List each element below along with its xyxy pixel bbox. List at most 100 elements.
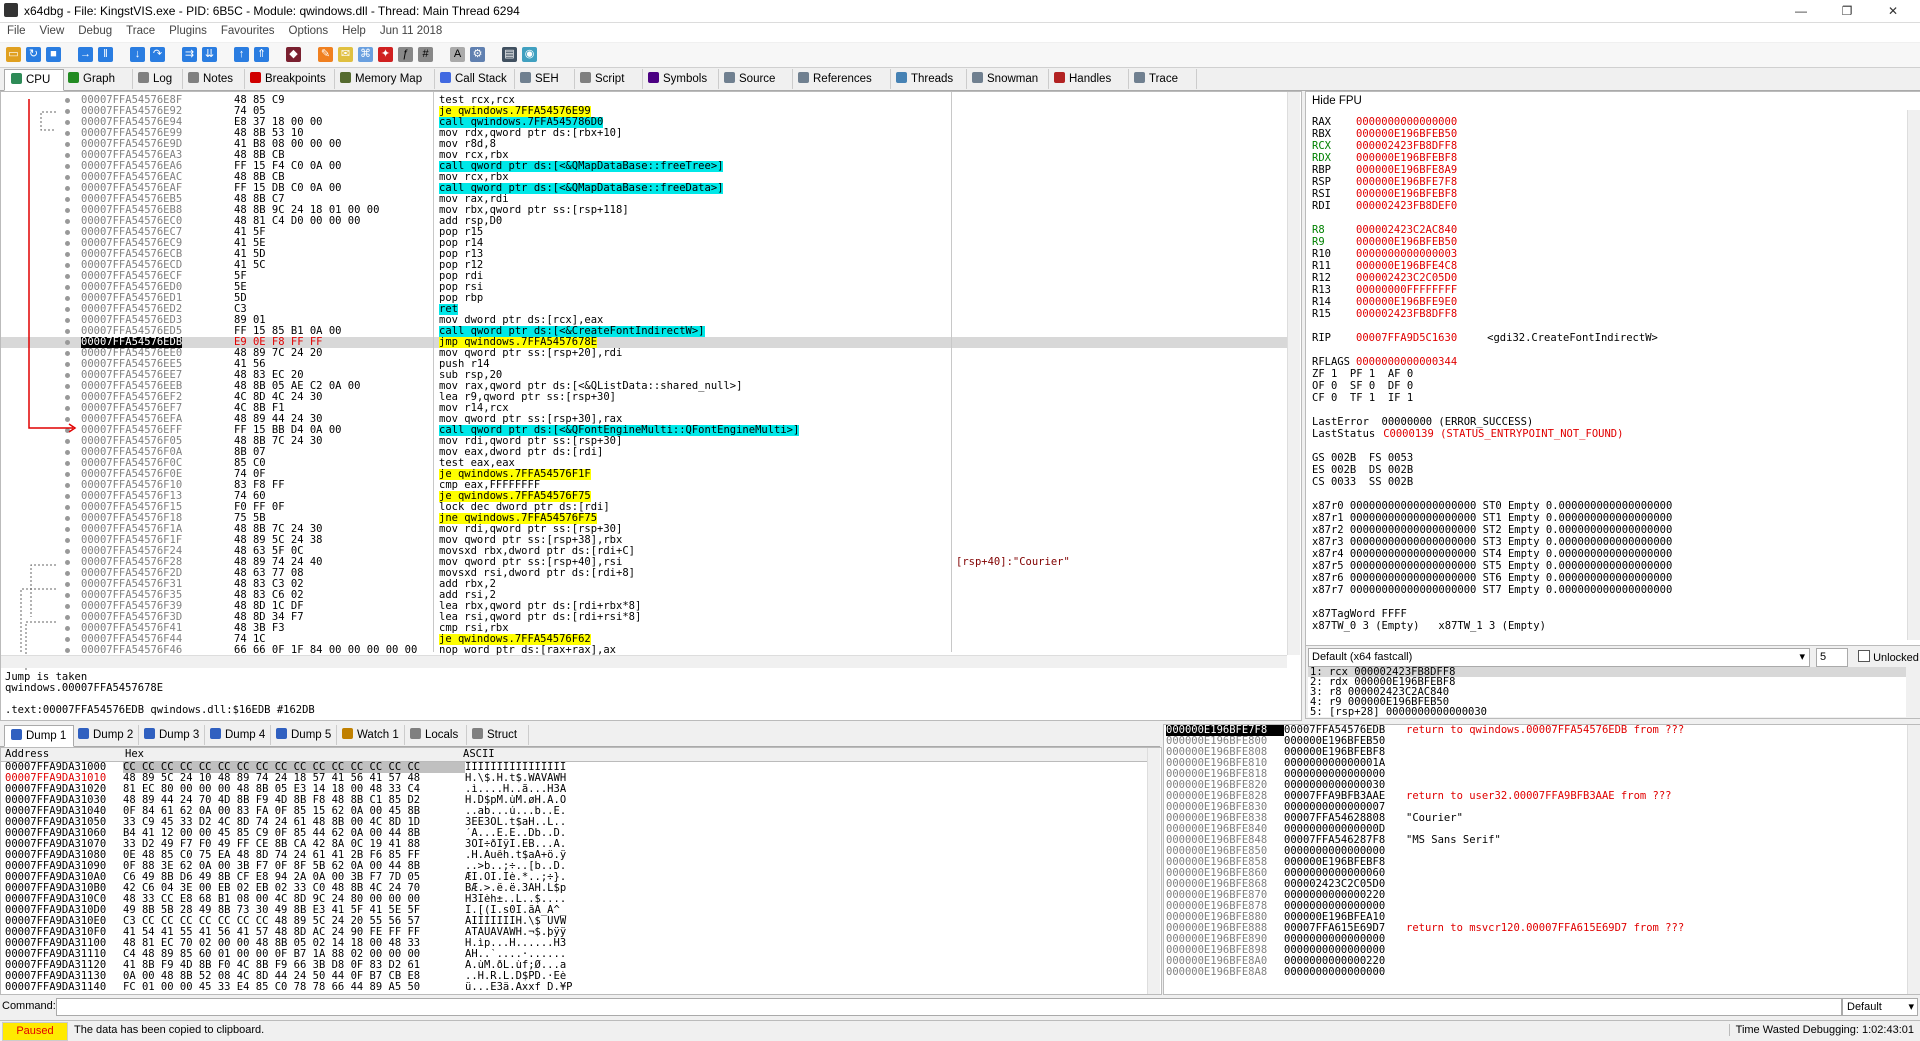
restart-icon[interactable]: ↻ xyxy=(26,47,41,62)
calling-convention-select[interactable]: Default (x64 fastcall) ▾ xyxy=(1308,648,1810,667)
command-input[interactable] xyxy=(56,998,1842,1016)
stack-row[interactable]: 000000E196BFE878 0000000000000000 xyxy=(1166,901,1906,912)
disassembly-row[interactable]: 00007FFA54576F44 74 1C je qwindows.7FFA545… xyxy=(1,634,1287,645)
register-row[interactable]: R10 0000000000000003 xyxy=(1312,249,1902,261)
settings-icon[interactable]: ⚙ xyxy=(470,47,485,62)
register-row[interactable]: RIP 00007FFA9D5C1630 <gdi32.CreateFontIndi… xyxy=(1312,333,1902,345)
tab-snowman[interactable]: Snowman xyxy=(966,69,1049,89)
disassembly-row[interactable]: 00007FFA54576F0E 74 0F je qwindows.7FFA545… xyxy=(1,469,1287,480)
register-value[interactable]: 000002423C2AC840 xyxy=(1356,225,1457,236)
disassembly-row[interactable]: 00007FFA54576ECF 5F pop rdi xyxy=(1,271,1287,282)
disassembly-row[interactable]: 00007FFA54576EE5 41 56 push r14 xyxy=(1,359,1287,370)
minimize-button[interactable]: — xyxy=(1778,0,1824,22)
disassembly-row[interactable]: 00007FFA54576EAF FF 15 DB C0 0A 00 call qw… xyxy=(1,183,1287,194)
function-icon[interactable]: ƒ xyxy=(398,47,413,62)
stack-row[interactable]: 000000E196BFE8A8 0000000000000000 xyxy=(1166,967,1906,978)
disassembly-row[interactable]: 00007FFA54576ED1 5D pop rbp xyxy=(1,293,1287,304)
step-over-icon[interactable]: ↷ xyxy=(150,47,165,62)
menu-options[interactable]: Options xyxy=(282,23,336,37)
argument-row[interactable]: 5: [rsp+28] 0000000000000030 xyxy=(1308,707,1906,717)
register-row[interactable]: RAX 0000000000000000 xyxy=(1312,117,1902,129)
registers-view[interactable]: Hide FPU RAX 0000000000000000 RBX 000000E19… xyxy=(1305,91,1920,647)
disassembly-row[interactable]: 00007FFA54576F1F 48 89 5C 24 38 mov qword … xyxy=(1,535,1287,546)
stack-row[interactable]: 000000E196BFE818 0000000000000000 xyxy=(1166,769,1906,780)
register-value[interactable]: 000002423FB8DFF8 xyxy=(1356,141,1457,152)
dump-tab-dump-3[interactable]: Dump 3 xyxy=(138,725,205,745)
dump-row[interactable]: 00007FFA9DA31070 33 D2 49 F7 F0 49 FF CE … xyxy=(5,839,1145,850)
stack-row[interactable]: 000000E196BFE800 000000E196BFEB50 xyxy=(1166,736,1906,747)
trace-into-icon[interactable]: ⇉ xyxy=(182,47,197,62)
dump-row[interactable]: 00007FFA9DA31080 0E 48 85 C0 75 EA 48 8D … xyxy=(5,850,1145,861)
register-row[interactable]: RBX 000000E196BFEB50 xyxy=(1312,129,1902,141)
tab-trace[interactable]: Trace xyxy=(1128,69,1197,89)
disassembly-row[interactable]: 00007FFA54576EB5 48 8B C7 mov rax,rdi xyxy=(1,194,1287,205)
dump-row[interactable]: 00007FFA9DA31100 48 81 EC 70 02 00 00 48 … xyxy=(5,938,1145,949)
disassembly-row[interactable]: 00007FFA54576F35 48 83 C6 02 add rsi,2 xyxy=(1,590,1287,601)
register-row[interactable]: RFLAGS 0000000000000344 xyxy=(1312,357,1902,369)
register-value[interactable]: 000002423FB8DEF0 xyxy=(1356,201,1457,212)
stack-row[interactable]: 000000E196BFE820 0000000000000030 xyxy=(1166,780,1906,791)
stack-row[interactable]: 000000E196BFE870 0000000000000220 xyxy=(1166,890,1906,901)
dump-scrollbar[interactable] xyxy=(1147,748,1160,994)
disassembly-row[interactable]: 00007FFA54576F18 75 5B jne qwindows.7FFA54… xyxy=(1,513,1287,524)
disassembly-row[interactable]: 00007FFA54576F1A 48 8B 7C 24 30 mov rdi,qw… xyxy=(1,524,1287,535)
stack-row[interactable]: 000000E196BFE840 000000000000000D xyxy=(1166,824,1906,835)
disassembly-row[interactable]: 00007FFA54576F3D 48 8D 34 F7 lea rsi,qword… xyxy=(1,612,1287,623)
stack-row[interactable]: 000000E196BFE838 00007FFA54628808 "Courier… xyxy=(1166,813,1906,824)
disassembly-row[interactable]: 00007FFA54576EB8 48 8B 9C 24 18 01 00 00 m… xyxy=(1,205,1287,216)
disassembly-row[interactable]: 00007FFA54576EAC 48 8B CB mov rcx,rbx xyxy=(1,172,1287,183)
stack-scrollbar[interactable] xyxy=(1907,725,1920,994)
tab-log[interactable]: Log xyxy=(132,69,183,89)
font-icon[interactable]: A xyxy=(450,47,465,62)
register-value[interactable]: 00007FFA9D5C1630 xyxy=(1356,333,1457,344)
disassembly-row[interactable]: 00007FFA54576E9D 41 B8 08 00 00 00 mov r8d… xyxy=(1,139,1287,150)
dump-tab-dump-4[interactable]: Dump 4 xyxy=(204,725,271,745)
register-value[interactable]: 000000E196BFE8A9 xyxy=(1356,165,1457,176)
run-to-user-code-icon[interactable]: ⇑ xyxy=(254,47,269,62)
dump-row[interactable]: 00007FFA9DA310E0 C3 CC CC CC CC CC CC CC … xyxy=(5,916,1145,927)
patch-icon[interactable]: ✎ xyxy=(318,47,333,62)
register-value[interactable]: 0000000000000000 xyxy=(1356,117,1457,128)
disassembly-scrollbar[interactable] xyxy=(1287,92,1300,655)
disassembly-row[interactable]: 00007FFA54576EF2 4C 8D 4C 24 30 lea r9,qwo… xyxy=(1,392,1287,403)
disassembly-row[interactable]: 00007FFA54576E8F 48 85 C9 test rcx,rcx xyxy=(1,95,1287,106)
disassembly-row[interactable]: 00007FFA54576F24 48 63 5F 0C movsxd rbx,dw… xyxy=(1,546,1287,557)
stack-row[interactable]: 000000E196BFE898 0000000000000000 xyxy=(1166,945,1906,956)
tab-call-stack[interactable]: Call Stack xyxy=(434,69,515,89)
disassembly-row[interactable]: 00007FFA54576ED5 FF 15 85 B1 0A 00 call qw… xyxy=(1,326,1287,337)
register-row[interactable]: R9 000000E196BFEB50 xyxy=(1312,237,1902,249)
dump-tab-dump-5[interactable]: Dump 5 xyxy=(270,725,337,745)
stack-row[interactable]: 000000E196BFE850 0000000000000000 xyxy=(1166,846,1906,857)
argument-count-spinner[interactable]: 5 xyxy=(1816,648,1848,667)
trace-over-icon[interactable]: ⇊ xyxy=(202,47,217,62)
dump-tab-dump-1[interactable]: Dump 1 xyxy=(4,725,74,747)
disassembly-row[interactable]: 00007FFA54576EFA 48 89 44 24 30 mov qword … xyxy=(1,414,1287,425)
register-value[interactable]: 000002423C2C05D0 xyxy=(1356,273,1457,284)
disassembly-row[interactable]: 00007FFA54576F31 48 83 C3 02 add rbx,2 xyxy=(1,579,1287,590)
dump-row[interactable]: 00007FFA9DA310A0 C6 49 8B D6 49 8B CF E8 … xyxy=(5,872,1145,883)
disassembly-row[interactable]: 00007FFA54576EC0 48 81 C4 D0 00 00 00 add … xyxy=(1,216,1287,227)
disassembly-row[interactable]: 00007FFA54576ED3 89 01 mov dword ptr ds:[r… xyxy=(1,315,1287,326)
disassembly-row[interactable]: 00007FFA54576F10 83 F8 FF cmp eax,FFFFFFFF xyxy=(1,480,1287,491)
stack-row[interactable]: 000000E196BFE858 000000E196BFEBF8 xyxy=(1166,857,1906,868)
dump-view[interactable]: Address Hex ASCII 00007FFA9DA31000 CC CC … xyxy=(0,747,1162,995)
hash-icon[interactable]: # xyxy=(418,47,433,62)
hide-fpu-toggle[interactable]: Hide FPU xyxy=(1312,95,1362,107)
label-icon[interactable]: ⌘ xyxy=(358,47,373,62)
dump-row[interactable]: 00007FFA9DA310C0 48 33 CC E8 68 B1 08 00 … xyxy=(5,894,1145,905)
disassembly-row[interactable]: 00007FFA54576EFF FF 15 BB D4 0A 00 call qw… xyxy=(1,425,1287,436)
dump-row[interactable]: 00007FFA9DA31130 0A 00 48 8B 52 08 4C 8D … xyxy=(5,971,1145,982)
dump-row[interactable]: 00007FFA9DA310F0 41 54 41 55 41 56 41 57 … xyxy=(5,927,1145,938)
menu-debug[interactable]: Debug xyxy=(71,23,119,37)
disassembly-row[interactable]: 00007FFA54576F2D 48 63 77 08 movsxd rsi,dw… xyxy=(1,568,1287,579)
disassembly-row[interactable]: 00007FFA54576F28 48 89 74 24 40 mov qword … xyxy=(1,557,1287,568)
registers-scrollbar[interactable] xyxy=(1907,110,1920,640)
dump-row[interactable]: 00007FFA9DA310D0 49 8B 5B 28 49 8B 73 30 … xyxy=(5,905,1145,916)
register-row[interactable]: RDX 000000E196BFEBF8 xyxy=(1312,153,1902,165)
disassembly-row[interactable]: 00007FFA54576EC9 41 5E pop r14 xyxy=(1,238,1287,249)
register-row[interactable]: R11 000000E196BFE4C8 xyxy=(1312,261,1902,273)
stack-row[interactable]: 000000E196BFE890 0000000000000000 xyxy=(1166,934,1906,945)
disassembly-row[interactable]: 00007FFA54576F0C 85 C0 test eax,eax xyxy=(1,458,1287,469)
tab-seh[interactable]: SEH xyxy=(514,69,575,89)
unlocked-checkbox[interactable]: Unlocked xyxy=(1858,650,1919,664)
